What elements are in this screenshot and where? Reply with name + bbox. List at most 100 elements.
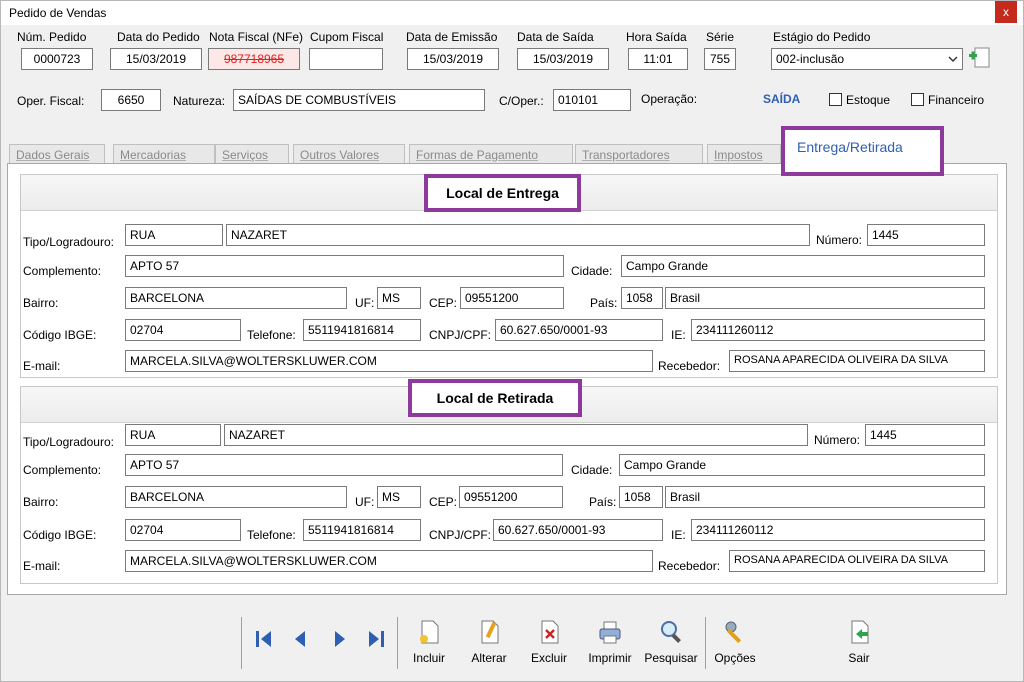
retirada-recebedor-field[interactable]: ROSANA APARECIDA OLIVEIRA DA SILVA [729,550,985,572]
entrega-recebedor-field[interactable]: ROSANA APARECIDA OLIVEIRA DA SILVA [729,350,985,372]
financeiro-label: Financeiro [928,93,985,107]
edit-pencil-icon [481,620,499,644]
retirada-pais-field[interactable]: Brasil [665,486,985,508]
entrega-ie-field[interactable]: 234111260112 [691,319,985,341]
local-retirada-title: Local de Retirada [408,379,582,417]
entrega-cidade-field[interactable]: Campo Grande [621,255,985,277]
tab-transportadores[interactable]: Transportadores [575,144,703,164]
oper-fiscal-field[interactable]: 6650 [101,89,161,111]
retirada-email-field[interactable]: MARCELA.SILVA@WOLTERSKLUWER.COM [125,550,653,572]
excluir-button[interactable]: Excluir [519,615,579,671]
retirada-cep-field[interactable]: 09551200 [459,486,563,508]
entrega-logradouro-field[interactable]: NAZARET [226,224,810,246]
retirada-telefone-label: Telefone: [247,528,296,542]
entrega-pais-code-field[interactable]: 1058 [621,287,663,309]
entrega-uf-field[interactable]: MS [377,287,421,309]
alterar-label: Alterar [471,651,507,665]
sair-button[interactable]: Sair [829,615,889,671]
retirada-numero-label: Número: [814,433,861,447]
entrega-bairro-field[interactable]: BARCELONA [125,287,347,309]
estoque-label: Estoque [846,93,891,107]
retirada-telefone-field[interactable]: 5511941816814 [303,519,421,541]
retirada-cidade-label: Cidade: [571,463,613,477]
estoque-checkbox[interactable] [829,93,842,106]
num-pedido-field[interactable]: 0000723 [21,48,93,70]
tab-outros-valores[interactable]: Outros Valores [293,144,405,164]
delete-document-icon [541,620,559,644]
operacao-value: SAÍDA [763,92,801,106]
data-pedido-field[interactable]: 15/03/2019 [110,48,202,70]
exit-door-icon [851,620,869,644]
data-pedido-label: Data do Pedido [117,30,200,44]
entrega-telefone-label: Telefone: [247,328,296,342]
tab-formas-pagamento[interactable]: Formas de Pagamento [409,144,573,164]
entrega-pais-field[interactable]: Brasil [665,287,985,309]
retirada-recebedor-label: Recebedor: [658,559,721,573]
retirada-tipo-field[interactable]: RUA [125,424,221,446]
retirada-ie-field[interactable]: 234111260112 [691,519,985,541]
data-emissao-field[interactable]: 15/03/2019 [407,48,499,70]
incluir-button[interactable]: Incluir [399,615,459,671]
hora-saida-field[interactable]: 11:01 [628,48,688,70]
entrega-numero-field[interactable]: 1445 [867,224,985,246]
estagio-select[interactable]: 002-inclusão [771,48,963,70]
retirada-ibge-field[interactable]: 02704 [125,519,241,541]
entrega-email-field[interactable]: MARCELA.SILVA@WOLTERSKLUWER.COM [125,350,653,372]
alterar-button[interactable]: Alterar [459,615,519,671]
add-stage-icon[interactable] [967,45,993,71]
retirada-cnpj-label: CNPJ/CPF: [429,528,492,542]
oper-fiscal-label: Oper. Fiscal: [17,94,85,108]
retirada-logradouro-field[interactable]: NAZARET [224,424,808,446]
tab-entrega-retirada[interactable]: Entrega/Retirada [781,126,944,176]
entrega-cep-field[interactable]: 09551200 [460,287,564,309]
natureza-field[interactable]: SAÍDAS DE COMBUSTÍVEIS [233,89,485,111]
next-record-icon[interactable] [327,625,353,653]
entrega-complemento-label: Complemento: [23,264,102,278]
first-record-icon[interactable] [251,625,277,653]
excluir-label: Excluir [530,651,567,665]
hora-saida-label: Hora Saída [626,30,687,44]
previous-record-icon[interactable] [287,625,313,653]
pesquisar-button[interactable]: Pesquisar [641,615,701,671]
toolbar-separator [241,617,242,669]
retirada-uf-field[interactable]: MS [377,486,421,508]
entrega-complemento-field[interactable]: APTO 57 [125,255,564,277]
retirada-cnpj-field[interactable]: 60.627.650/0001-93 [493,519,663,541]
entrega-ibge-field[interactable]: 02704 [125,319,241,341]
entrega-cep-label: CEP: [429,296,458,310]
financeiro-checkbox[interactable] [911,93,924,106]
close-button[interactable]: x [995,1,1017,23]
opcoes-button[interactable]: Opções [705,615,765,671]
cupom-fiscal-field[interactable] [309,48,383,70]
entrega-cnpj-field[interactable]: 60.627.650/0001-93 [495,319,663,341]
tab-mercadorias[interactable]: Mercadorias [113,144,215,164]
serie-label: Série [706,30,735,44]
tab-impostos[interactable]: Impostos [707,144,781,164]
entrega-telefone-field[interactable]: 5511941816814 [303,319,421,341]
sair-label: Sair [848,651,870,665]
data-saida-field[interactable]: 15/03/2019 [517,48,609,70]
imprimir-label: Imprimir [588,651,632,665]
tab-servicos[interactable]: Serviços [215,144,289,164]
retirada-bairro-label: Bairro: [23,495,59,509]
entrega-numero-label: Número: [816,233,863,247]
entrega-tipo-field[interactable]: RUA [125,224,223,246]
imprimir-button[interactable]: Imprimir [580,615,640,671]
retirada-numero-field[interactable]: 1445 [865,424,985,446]
retirada-email-label: E-mail: [23,559,61,573]
serie-field[interactable]: 755 [704,48,736,70]
entrega-tipo-label: Tipo/Logradouro: [23,235,114,249]
entrega-cidade-label: Cidade: [571,264,613,278]
nota-fiscal-label: Nota Fiscal (NFe) [209,30,304,44]
retirada-cidade-field[interactable]: Campo Grande [619,454,985,476]
entrega-bairro-label: Bairro: [23,296,59,310]
c-oper-field[interactable]: 010101 [553,89,631,111]
tab-dados-gerais[interactable]: Dados Gerais [9,144,105,164]
last-record-icon[interactable] [363,625,389,653]
retirada-pais-code-field[interactable]: 1058 [619,486,663,508]
nota-fiscal-field[interactable]: 987718965 [208,48,300,70]
retirada-complemento-field[interactable]: APTO 57 [125,454,563,476]
operacao-label: Operação: [641,92,698,106]
estagio-label: Estágio do Pedido [773,30,871,44]
retirada-bairro-field[interactable]: BARCELONA [125,486,347,508]
